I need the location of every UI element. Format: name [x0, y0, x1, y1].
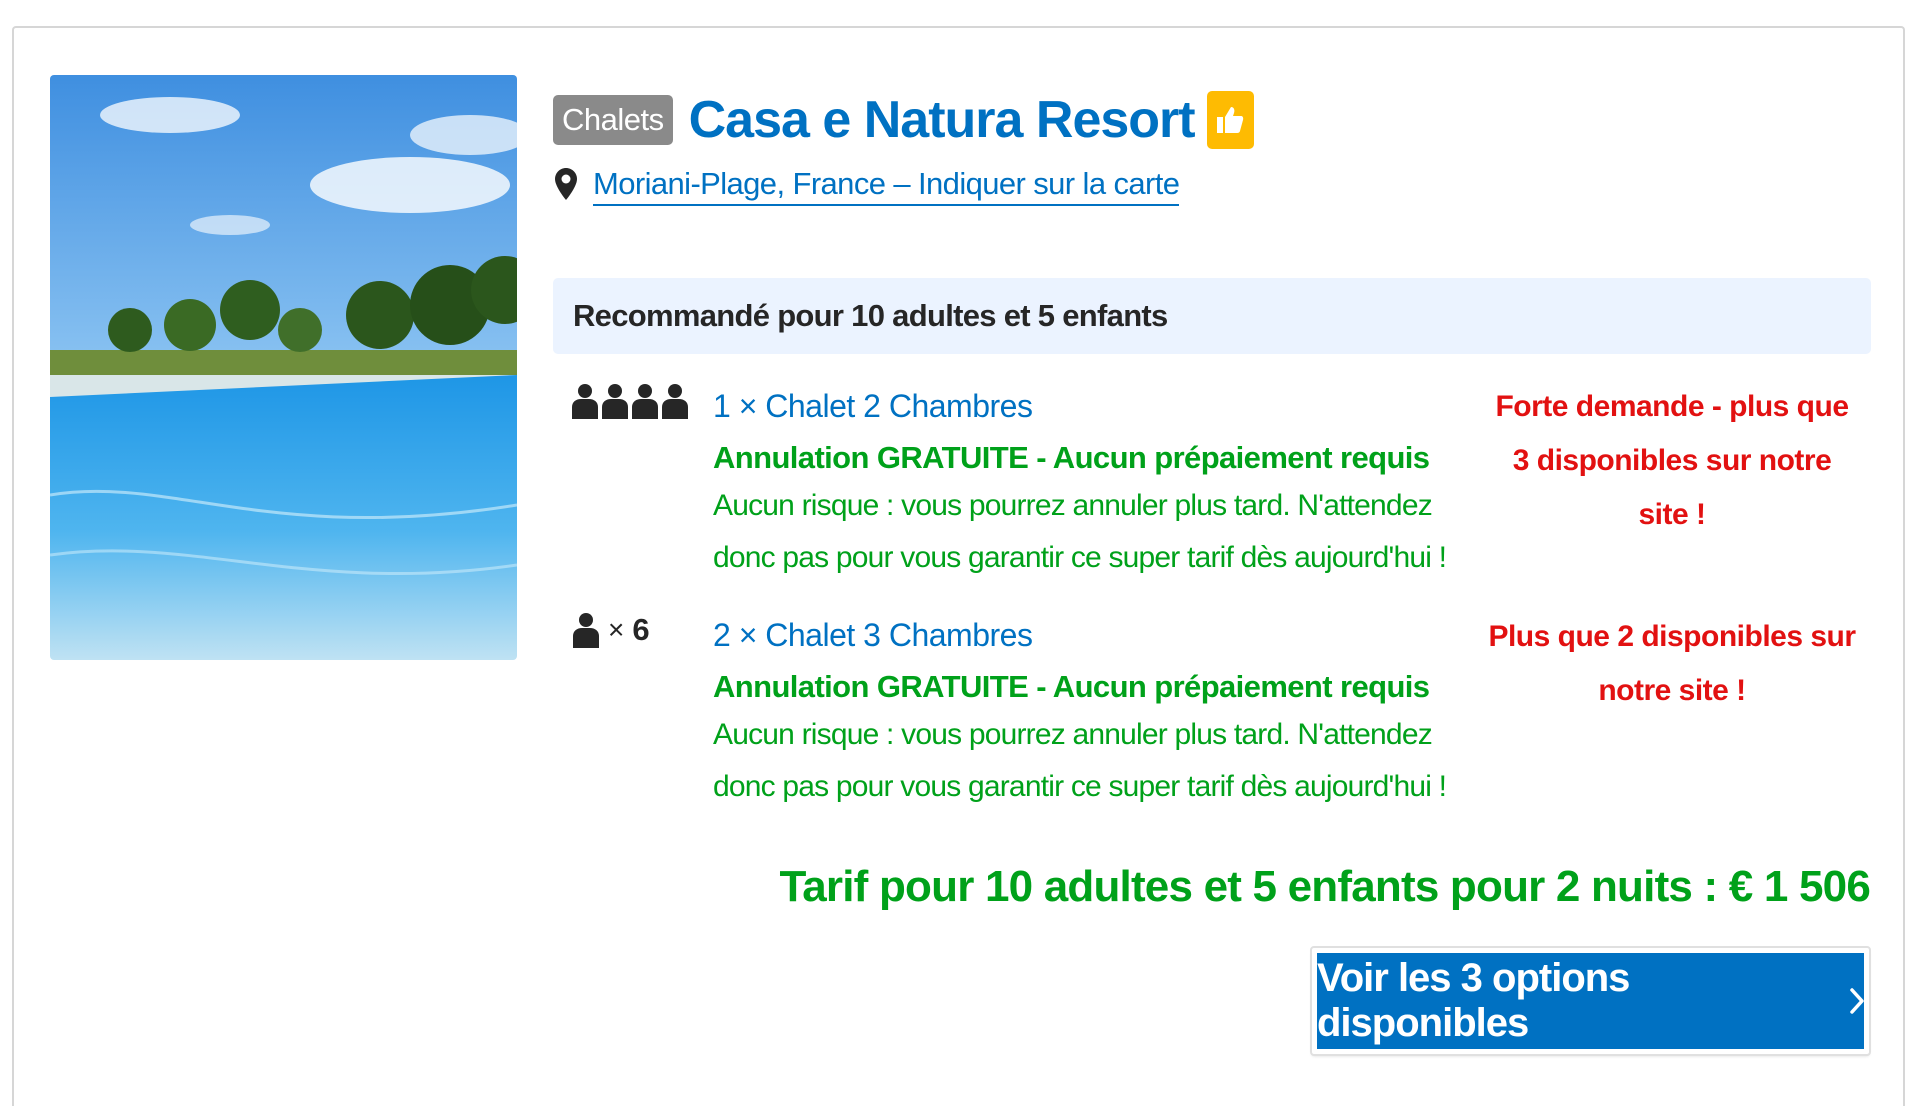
room-name-2[interactable]: 2 × Chalet 3 Chambres [713, 613, 1493, 657]
cancellation-description-1-line-1: Aucun risque : vous pourrez annuler plus… [713, 489, 1433, 522]
thumbs-up-icon [1206, 91, 1254, 149]
scarcity-message-2: Plus que 2 disponibles sur notre site ! [1472, 610, 1872, 718]
map-pin-icon [555, 167, 577, 205]
property-title-row: Chalets Casa e Natura Resort [553, 88, 1254, 152]
chevron-right-icon [1850, 988, 1864, 1014]
recommendation-banner: Recommandé pour 10 adultes et 5 enfants [553, 278, 1871, 354]
room-block-2: 2 × Chalet 3 Chambres Annulation GRATUIT… [713, 613, 1493, 813]
occupancy-multiplier: × [608, 614, 625, 645]
cancellation-description-2-line-1: Aucun risque : vous pourrez annuler plus… [713, 718, 1433, 751]
recommendation-title: Recommandé pour 10 adultes et 5 enfants [573, 298, 1168, 333]
scarcity-1-line-1: Forte demande - plus que [1495, 390, 1849, 423]
scarcity-2-line-2: notre site ! [1598, 674, 1746, 707]
show-on-map-link[interactable]: Moriani-Plage, France – Indiquer sur la … [593, 166, 1180, 206]
cancellation-description-2: Aucun risque : vous pourrez annuler plus… [713, 709, 1493, 813]
property-photo[interactable] [50, 75, 517, 660]
scarcity-2-line-1: Plus que 2 disponibles sur [1488, 620, 1856, 653]
see-availability-button[interactable]: Voir les 3 options disponibles [1310, 946, 1871, 1056]
room-block-1: 1 × Chalet 2 Chambres Annulation GRATUIT… [713, 384, 1493, 584]
occupancy-icons-room-1 [572, 383, 692, 419]
cancellation-description-1: Aucun risque : vous pourrez annuler plus… [713, 480, 1493, 584]
free-cancellation-2: Annulation GRATUITE - Aucun prépaiement … [713, 669, 1430, 704]
person-icon [573, 613, 599, 648]
cancellation-description-2-line-2: donc pas pour vous garantir ce super tar… [713, 770, 1447, 803]
occupancy-count: 6 [632, 612, 650, 647]
person-group-icon [572, 384, 688, 419]
scarcity-1-line-3: site ! [1638, 498, 1706, 531]
see-availability-label: Voir les 3 options disponibles [1317, 956, 1630, 1045]
total-price: Tarif pour 10 adultes et 5 enfants pour … [779, 862, 1870, 911]
cancellation-description-1-line-2: donc pas pour vous garantir ce super tar… [713, 541, 1447, 574]
free-cancellation-1: Annulation GRATUITE - Aucun prépaiement … [713, 440, 1430, 475]
occupancy-room-2: × 6 [572, 612, 650, 648]
property-name-link[interactable]: Casa e Natura Resort [689, 90, 1196, 150]
property-type-badge: Chalets [553, 95, 673, 145]
location-row: Moriani-Plage, France – Indiquer sur la … [555, 162, 1180, 210]
scarcity-1-line-2: 3 disponibles sur notre [1512, 444, 1832, 477]
scarcity-message-1: Forte demande - plus que 3 disponibles s… [1472, 380, 1872, 542]
room-name-1[interactable]: 1 × Chalet 2 Chambres [713, 384, 1493, 428]
